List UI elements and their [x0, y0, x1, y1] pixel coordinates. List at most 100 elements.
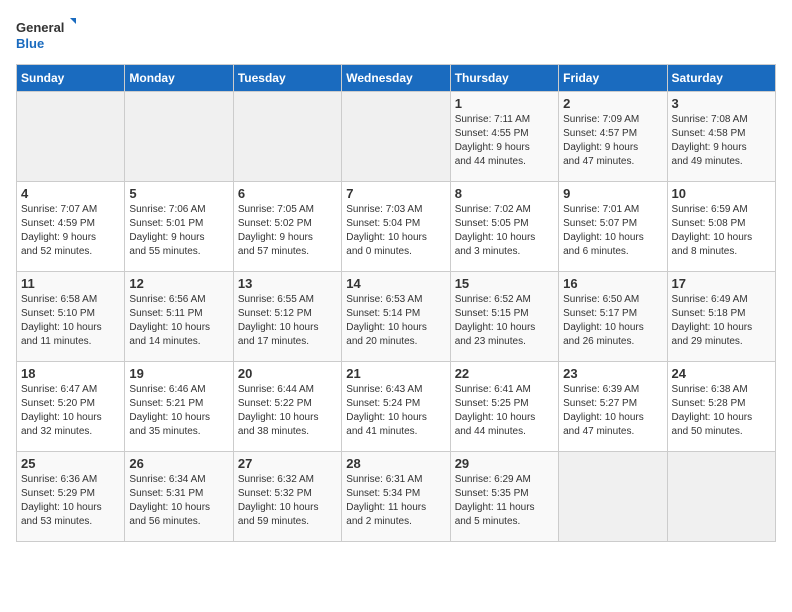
day-info: Sunrise: 6:47 AM Sunset: 5:20 PM Dayligh… [21, 383, 120, 439]
calendar-cell [233, 92, 341, 182]
page-header: General Blue [16, 16, 776, 52]
day-info: Sunrise: 7:06 AM Sunset: 5:01 PM Dayligh… [129, 203, 228, 259]
day-number: 22 [455, 366, 554, 381]
day-info: Sunrise: 7:07 AM Sunset: 4:59 PM Dayligh… [21, 203, 120, 259]
day-number: 6 [238, 186, 337, 201]
days-header-row: SundayMondayTuesdayWednesdayThursdayFrid… [17, 65, 776, 92]
calendar-cell: 19 Sunrise: 6:46 AM Sunset: 5:21 PM Dayli… [125, 362, 233, 452]
day-number: 19 [129, 366, 228, 381]
day-info: Sunrise: 6:31 AM Sunset: 5:34 PM Dayligh… [346, 473, 445, 529]
day-number: 21 [346, 366, 445, 381]
day-info: Sunrise: 6:50 AM Sunset: 5:17 PM Dayligh… [563, 293, 662, 349]
day-info: Sunrise: 6:38 AM Sunset: 5:28 PM Dayligh… [672, 383, 771, 439]
day-number: 5 [129, 186, 228, 201]
calendar-cell: 3 Sunrise: 7:08 AM Sunset: 4:58 PM Daylig… [667, 92, 775, 182]
day-info: Sunrise: 6:52 AM Sunset: 5:15 PM Dayligh… [455, 293, 554, 349]
calendar-cell: 24 Sunrise: 6:38 AM Sunset: 5:28 PM Dayli… [667, 362, 775, 452]
day-number: 17 [672, 276, 771, 291]
day-header-thursday: Thursday [450, 65, 558, 92]
day-info: Sunrise: 6:43 AM Sunset: 5:24 PM Dayligh… [346, 383, 445, 439]
calendar-cell: 21 Sunrise: 6:43 AM Sunset: 5:24 PM Dayli… [342, 362, 450, 452]
day-info: Sunrise: 6:44 AM Sunset: 5:22 PM Dayligh… [238, 383, 337, 439]
calendar-cell: 12 Sunrise: 6:56 AM Sunset: 5:11 PM Dayli… [125, 272, 233, 362]
day-number: 3 [672, 96, 771, 111]
day-number: 26 [129, 456, 228, 471]
calendar-cell: 26 Sunrise: 6:34 AM Sunset: 5:31 PM Dayli… [125, 452, 233, 542]
day-info: Sunrise: 7:05 AM Sunset: 5:02 PM Dayligh… [238, 203, 337, 259]
calendar-cell: 1Sunrise: 7:11 AM Sunset: 4:55 PM Daylig… [450, 92, 558, 182]
calendar-cell: 20 Sunrise: 6:44 AM Sunset: 5:22 PM Dayli… [233, 362, 341, 452]
calendar-cell: 9 Sunrise: 7:01 AM Sunset: 5:07 PM Daylig… [559, 182, 667, 272]
day-number: 12 [129, 276, 228, 291]
day-number: 9 [563, 186, 662, 201]
day-header-sunday: Sunday [17, 65, 125, 92]
day-number: 24 [672, 366, 771, 381]
day-info: Sunrise: 6:53 AM Sunset: 5:14 PM Dayligh… [346, 293, 445, 349]
day-number: 2 [563, 96, 662, 111]
day-number: 29 [455, 456, 554, 471]
calendar-cell: 4 Sunrise: 7:07 AM Sunset: 4:59 PM Daylig… [17, 182, 125, 272]
day-info: Sunrise: 6:34 AM Sunset: 5:31 PM Dayligh… [129, 473, 228, 529]
day-info: Sunrise: 7:02 AM Sunset: 5:05 PM Dayligh… [455, 203, 554, 259]
day-number: 18 [21, 366, 120, 381]
calendar-cell [17, 92, 125, 182]
calendar-cell: 18 Sunrise: 6:47 AM Sunset: 5:20 PM Dayli… [17, 362, 125, 452]
day-info: Sunrise: 6:36 AM Sunset: 5:29 PM Dayligh… [21, 473, 120, 529]
calendar-cell: 28 Sunrise: 6:31 AM Sunset: 5:34 PM Dayli… [342, 452, 450, 542]
day-info: Sunrise: 6:46 AM Sunset: 5:21 PM Dayligh… [129, 383, 228, 439]
day-info: Sunrise: 6:32 AM Sunset: 5:32 PM Dayligh… [238, 473, 337, 529]
calendar-cell [342, 92, 450, 182]
calendar-table: SundayMondayTuesdayWednesdayThursdayFrid… [16, 64, 776, 542]
day-number: 1 [455, 96, 554, 111]
calendar-cell: 27 Sunrise: 6:32 AM Sunset: 5:32 PM Dayli… [233, 452, 341, 542]
calendar-cell: 25Sunrise: 6:36 AM Sunset: 5:29 PM Dayli… [17, 452, 125, 542]
day-number: 4 [21, 186, 120, 201]
day-number: 16 [563, 276, 662, 291]
day-number: 27 [238, 456, 337, 471]
day-info: Sunrise: 7:08 AM Sunset: 4:58 PM Dayligh… [672, 113, 771, 169]
calendar-cell: 17Sunrise: 6:49 AM Sunset: 5:18 PM Dayli… [667, 272, 775, 362]
calendar-cell: 13 Sunrise: 6:55 AM Sunset: 5:12 PM Dayli… [233, 272, 341, 362]
calendar-cell: 7 Sunrise: 7:03 AM Sunset: 5:04 PM Daylig… [342, 182, 450, 272]
day-info: Sunrise: 6:41 AM Sunset: 5:25 PM Dayligh… [455, 383, 554, 439]
calendar-cell: 2 Sunrise: 7:09 AM Sunset: 4:57 PM Daylig… [559, 92, 667, 182]
logo: General Blue [16, 16, 76, 52]
day-number: 28 [346, 456, 445, 471]
day-info: Sunrise: 6:29 AM Sunset: 5:35 PM Dayligh… [455, 473, 554, 529]
calendar-cell [125, 92, 233, 182]
day-number: 15 [455, 276, 554, 291]
day-number: 11 [21, 276, 120, 291]
day-header-saturday: Saturday [667, 65, 775, 92]
day-header-wednesday: Wednesday [342, 65, 450, 92]
day-number: 8 [455, 186, 554, 201]
day-info: Sunrise: 6:39 AM Sunset: 5:27 PM Dayligh… [563, 383, 662, 439]
day-number: 14 [346, 276, 445, 291]
calendar-cell [667, 452, 775, 542]
calendar-cell: 23 Sunrise: 6:39 AM Sunset: 5:27 PM Dayli… [559, 362, 667, 452]
day-info: Sunrise: 6:58 AM Sunset: 5:10 PM Dayligh… [21, 293, 120, 349]
day-info: Sunrise: 7:09 AM Sunset: 4:57 PM Dayligh… [563, 113, 662, 169]
day-number: 7 [346, 186, 445, 201]
calendar-cell: 6 Sunrise: 7:05 AM Sunset: 5:02 PM Daylig… [233, 182, 341, 272]
day-header-monday: Monday [125, 65, 233, 92]
day-info: Sunrise: 6:59 AM Sunset: 5:08 PM Dayligh… [672, 203, 771, 259]
svg-text:Blue: Blue [16, 36, 44, 51]
calendar-cell: 15 Sunrise: 6:52 AM Sunset: 5:15 PM Dayli… [450, 272, 558, 362]
week-row-5: 25Sunrise: 6:36 AM Sunset: 5:29 PM Dayli… [17, 452, 776, 542]
calendar-cell: 10 Sunrise: 6:59 AM Sunset: 5:08 PM Dayli… [667, 182, 775, 272]
day-info: Sunrise: 6:56 AM Sunset: 5:11 PM Dayligh… [129, 293, 228, 349]
calendar-cell: 5 Sunrise: 7:06 AM Sunset: 5:01 PM Daylig… [125, 182, 233, 272]
calendar-cell [559, 452, 667, 542]
calendar-cell: 16 Sunrise: 6:50 AM Sunset: 5:17 PM Dayli… [559, 272, 667, 362]
day-info: Sunrise: 7:01 AM Sunset: 5:07 PM Dayligh… [563, 203, 662, 259]
day-header-friday: Friday [559, 65, 667, 92]
week-row-1: 1Sunrise: 7:11 AM Sunset: 4:55 PM Daylig… [17, 92, 776, 182]
day-info: Sunrise: 6:55 AM Sunset: 5:12 PM Dayligh… [238, 293, 337, 349]
calendar-cell: 22 Sunrise: 6:41 AM Sunset: 5:25 PM Dayli… [450, 362, 558, 452]
day-info: Sunrise: 7:03 AM Sunset: 5:04 PM Dayligh… [346, 203, 445, 259]
day-number: 10 [672, 186, 771, 201]
day-number: 23 [563, 366, 662, 381]
day-number: 13 [238, 276, 337, 291]
day-number: 20 [238, 366, 337, 381]
logo-svg: General Blue [16, 16, 76, 52]
